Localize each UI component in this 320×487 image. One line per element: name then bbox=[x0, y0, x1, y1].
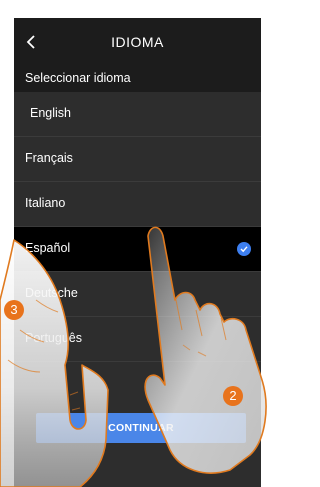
language-item-english[interactable]: English bbox=[14, 92, 261, 137]
language-label: Português bbox=[25, 331, 82, 345]
language-item-italiano[interactable]: Italiano bbox=[14, 182, 261, 227]
language-item-deutsche[interactable]: Deutsche bbox=[14, 272, 261, 317]
continue-button[interactable]: CONTINUAR bbox=[36, 413, 246, 443]
continue-button-label: CONTINUAR bbox=[108, 422, 174, 434]
step-badge-3: 3 bbox=[4, 300, 24, 320]
device-screen: IDIOMA Seleccionar idioma English França… bbox=[14, 18, 261, 487]
step-badge-2: 2 bbox=[223, 386, 243, 406]
page-title: IDIOMA bbox=[111, 34, 164, 50]
language-label: Español bbox=[25, 241, 71, 255]
language-label: Italiano bbox=[25, 196, 66, 210]
language-item-espanol[interactable]: Español bbox=[14, 227, 261, 272]
section-header-label: Seleccionar idioma bbox=[25, 71, 131, 85]
language-item-francais[interactable]: Français bbox=[14, 137, 261, 182]
language-item-portugues[interactable]: Português bbox=[14, 317, 261, 362]
top-bar: IDIOMA bbox=[14, 18, 261, 68]
language-label: English bbox=[30, 106, 71, 120]
checkmark-icon bbox=[237, 242, 251, 256]
language-label: Deutsche bbox=[25, 286, 78, 300]
section-header: Seleccionar idioma bbox=[14, 68, 261, 92]
language-list: English Français Italiano Español Deutsc… bbox=[14, 92, 261, 362]
language-label: Français bbox=[25, 151, 73, 165]
